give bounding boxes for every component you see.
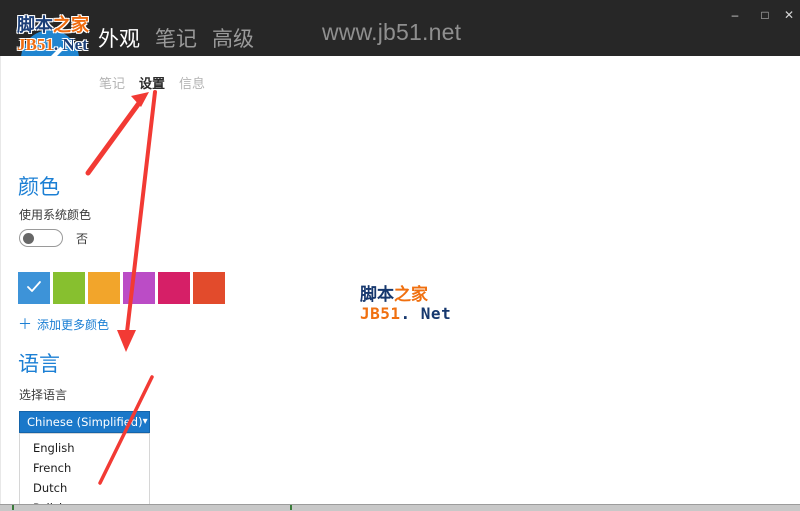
use-system-color-row: 否	[19, 229, 88, 247]
titlebar-watermark-text: www.jb51.net	[322, 19, 462, 45]
center-watermark-en-b: . Net	[400, 304, 452, 324]
top-navigation: 外观 笔记 高级	[98, 26, 254, 52]
maximize-button[interactable]: □	[750, 4, 780, 26]
subtab-info[interactable]: 信息	[179, 73, 205, 92]
language-combobox[interactable]: Chinese (Simplified) ▾	[19, 411, 150, 433]
tab-advanced[interactable]: 高级	[212, 26, 254, 52]
close-button[interactable]: ✕	[780, 4, 798, 26]
tab-appearance[interactable]: 外观	[98, 26, 140, 52]
center-watermark-en-a: JB51	[360, 304, 401, 324]
application-window: www.jb51.net – □ ✕ 外观 笔记 高级 脚本之家 JB51. N…	[0, 0, 800, 504]
color-swatch-blue[interactable]	[18, 272, 50, 304]
toggle-state-label: 否	[76, 231, 89, 246]
desktop-tick	[12, 505, 14, 510]
minimize-button[interactable]: –	[720, 4, 750, 26]
color-swatch-red[interactable]	[193, 272, 225, 304]
language-option-french[interactable]: French	[20, 458, 149, 478]
toggle-knob	[23, 233, 34, 244]
color-swatch-orange[interactable]	[88, 272, 120, 304]
choose-language-label: 选择语言	[19, 388, 68, 402]
sub-tab-bar: 笔记 设置 信息	[99, 73, 205, 92]
tab-notes[interactable]: 笔记	[155, 26, 197, 52]
desktop-tick	[290, 505, 292, 510]
chevron-down-icon: ▾	[142, 416, 148, 427]
title-bar: www.jb51.net – □ ✕ 外观 笔记 高级	[0, 0, 800, 56]
color-swatch-magenta[interactable]	[158, 272, 190, 304]
color-swatch-green[interactable]	[53, 272, 85, 304]
use-system-color-label: 使用系统颜色	[19, 208, 92, 222]
settings-content: 笔记 设置 信息 颜色 使用系统颜色 否 ＋ 添加更多颜色 语言 选择语言 Ch…	[0, 56, 800, 504]
color-section-heading: 颜色	[18, 175, 60, 199]
language-dropdown-list[interactable]: English French Dutch Polish Portuguese R…	[19, 433, 150, 504]
add-more-colors-link[interactable]: ＋ 添加更多颜色	[18, 316, 109, 333]
check-icon	[27, 281, 41, 292]
language-option-dutch[interactable]: Dutch	[20, 478, 149, 498]
language-section-heading: 语言	[18, 352, 60, 376]
center-watermark-cn-a: 脚本	[360, 285, 394, 305]
use-system-color-toggle[interactable]	[19, 229, 63, 247]
content-divider	[0, 56, 1, 504]
subtab-settings[interactable]: 设置	[139, 73, 165, 92]
color-swatch-row	[18, 272, 225, 304]
color-swatch-purple[interactable]	[123, 272, 155, 304]
subtab-notes[interactable]: 笔记	[99, 73, 125, 92]
center-watermark: 脚本之家 JB51. Net	[360, 285, 452, 324]
language-combobox-value: Chinese (Simplified)	[27, 415, 143, 429]
plus-icon: ＋	[18, 316, 32, 333]
center-watermark-cn-b: 之家	[394, 285, 428, 305]
language-option-english[interactable]: English	[20, 438, 149, 458]
add-more-colors-label: 添加更多颜色	[37, 318, 110, 332]
